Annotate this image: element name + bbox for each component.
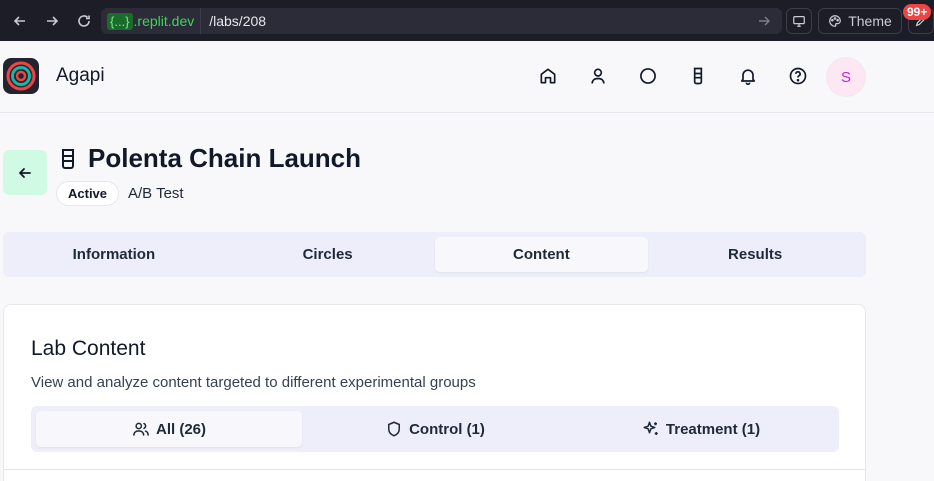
notification-badge: 99+ — [903, 4, 932, 20]
forward-arrow-icon[interactable] — [38, 7, 66, 35]
lab-tabs: Information Circles Content Results — [3, 232, 866, 277]
app-name: Agapi — [56, 65, 105, 86]
users-icon — [133, 422, 149, 436]
filter-all-label: All (26) — [155, 420, 206, 438]
tab-information[interactable]: Information — [7, 237, 221, 272]
palette-icon — [829, 15, 842, 27]
status-badge: Active — [56, 181, 120, 206]
theme-label: Theme — [848, 13, 892, 29]
bell-icon[interactable] — [736, 64, 786, 88]
arrow-left-icon — [19, 167, 31, 178]
filter-control-label: Control (1) — [409, 420, 485, 438]
url-domain-badge: {...} — [107, 12, 133, 30]
back-button[interactable] — [3, 150, 47, 195]
app-logo[interactable] — [3, 58, 39, 94]
url-domain: {...} .replit.dev — [101, 8, 202, 34]
user-icon[interactable] — [586, 64, 636, 88]
monitor-button[interactable] — [786, 8, 812, 34]
shield-icon — [388, 421, 401, 437]
theme-button[interactable]: Theme — [818, 8, 902, 34]
tab-content[interactable]: Content — [434, 237, 649, 272]
logo-icon — [6, 61, 36, 91]
lab-content-card: Lab Content View and analyze content tar… — [3, 304, 866, 481]
browser-toolbar: {...} .replit.dev /labs/208 Theme 99+ — [0, 0, 934, 41]
home-icon[interactable] — [536, 64, 586, 88]
beaker-icon[interactable] — [686, 64, 736, 88]
filter-treatment-label: Treatment (1) — [665, 420, 761, 438]
lab-beaker-icon — [62, 149, 74, 169]
reload-icon[interactable] — [70, 7, 98, 35]
page-title: Polenta Chain Launch — [88, 143, 362, 173]
address-bar[interactable]: {...} .replit.dev /labs/208 — [101, 8, 782, 34]
circle-icon[interactable] — [636, 64, 686, 88]
avatar[interactable]: S — [826, 57, 866, 97]
app-header: Agapi S — [0, 41, 934, 113]
tab-circles[interactable]: Circles — [221, 237, 435, 272]
card-title: Lab Content — [31, 337, 146, 360]
go-arrow-icon[interactable] — [756, 13, 772, 29]
filter-control[interactable]: Control (1) — [302, 411, 568, 447]
tab-results[interactable]: Results — [648, 237, 862, 272]
url-path: /labs/208 — [209, 13, 267, 29]
back-arrow-icon[interactable] — [6, 7, 34, 35]
sparkles-icon — [643, 421, 658, 435]
monitor-icon — [793, 16, 805, 27]
card-description: View and analyze content targeted to dif… — [31, 374, 476, 391]
filter-all[interactable]: All (26) — [36, 411, 302, 447]
url-domain-text: .replit.dev — [133, 13, 195, 29]
filter-treatment[interactable]: Treatment (1) — [568, 411, 834, 447]
divider — [4, 469, 865, 470]
lab-type-label: A/B Test — [128, 185, 184, 202]
group-filter-tabs: All (26) Control (1) Treatment (1) — [31, 406, 839, 452]
